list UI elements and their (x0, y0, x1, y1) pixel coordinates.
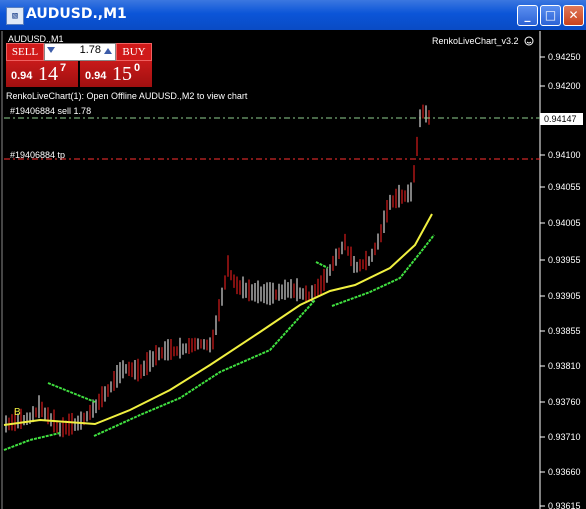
minimize-button[interactable]: _ (517, 5, 538, 26)
chart-window: ▧ AUDUSD.,M1 _ □ ✕ 0.94250 0.94200 0.94100… (0, 0, 586, 509)
one-click-trading-panel: SELL 1.78 BUY 0.94 14 7 0.94 15 0 (6, 43, 152, 87)
indicator-label: RenkoLiveChart_v3.2 (432, 36, 519, 46)
buy-marker: B (14, 407, 21, 418)
price-tick-label: 0.93660 (548, 467, 581, 477)
price-tick-label: 0.94005 (548, 218, 581, 228)
price-tick-label: 0.93810 (548, 361, 581, 371)
price-chart[interactable]: 0.94250 0.94200 0.94100 0.94055 0.94005 0.939… (0, 30, 586, 509)
sell-price-pips: 14 (38, 63, 58, 85)
lot-increase-icon[interactable] (104, 48, 112, 54)
price-tick-label: 0.93855 (548, 326, 581, 336)
chart-area[interactable]: 0.94250 0.94200 0.94100 0.94055 0.94005 0.939… (0, 30, 586, 509)
close-button[interactable]: ✕ (563, 5, 584, 26)
sell-price-fraction: 7 (60, 62, 67, 74)
chart-background (0, 30, 586, 509)
buy-price-pips: 15 (112, 63, 132, 85)
buy-price-fraction: 0 (134, 62, 141, 74)
price-tick-label: 0.93955 (548, 255, 581, 265)
sell-price-prefix: 0.94 (11, 70, 33, 82)
price-tick-label: 0.94200 (548, 81, 581, 91)
price-tick-label: 0.93615 (548, 501, 581, 509)
lot-size-value: 1.78 (79, 44, 101, 56)
price-tick-label: 0.93760 (548, 397, 581, 407)
title-bar[interactable]: ▧ AUDUSD.,M1 _ □ ✕ (0, 0, 586, 30)
window-title: AUDUSD.,M1 (26, 6, 127, 22)
buy-price-button[interactable]: 0.94 15 0 (80, 61, 152, 87)
price-tick-label: 0.93710 (548, 432, 581, 442)
tp-line-label: #19406884 tp (10, 150, 66, 160)
order-line-label: #19406884 sell 1.78 (10, 106, 92, 116)
lot-decrease-icon[interactable] (47, 47, 55, 53)
price-tick-label: 0.93905 (548, 291, 581, 301)
lot-size-input[interactable]: 1.78 (44, 43, 116, 61)
price-tick-label: 0.94250 (548, 52, 581, 62)
sell-price-button[interactable]: 0.94 14 7 (6, 61, 78, 87)
sell-button[interactable]: SELL (6, 43, 44, 61)
info-line: RenkoLiveChart(1): Open Offline AUDUSD.,… (6, 91, 248, 101)
current-price-label: 0.94147 (544, 114, 577, 124)
price-tick-label: 0.94055 (548, 182, 581, 192)
maximize-button[interactable]: □ (540, 5, 561, 26)
buy-button[interactable]: BUY (116, 43, 152, 61)
chart-window-icon: ▧ (6, 7, 24, 25)
buy-price-prefix: 0.94 (85, 70, 107, 82)
price-tick-label: 0.94100 (548, 150, 581, 160)
